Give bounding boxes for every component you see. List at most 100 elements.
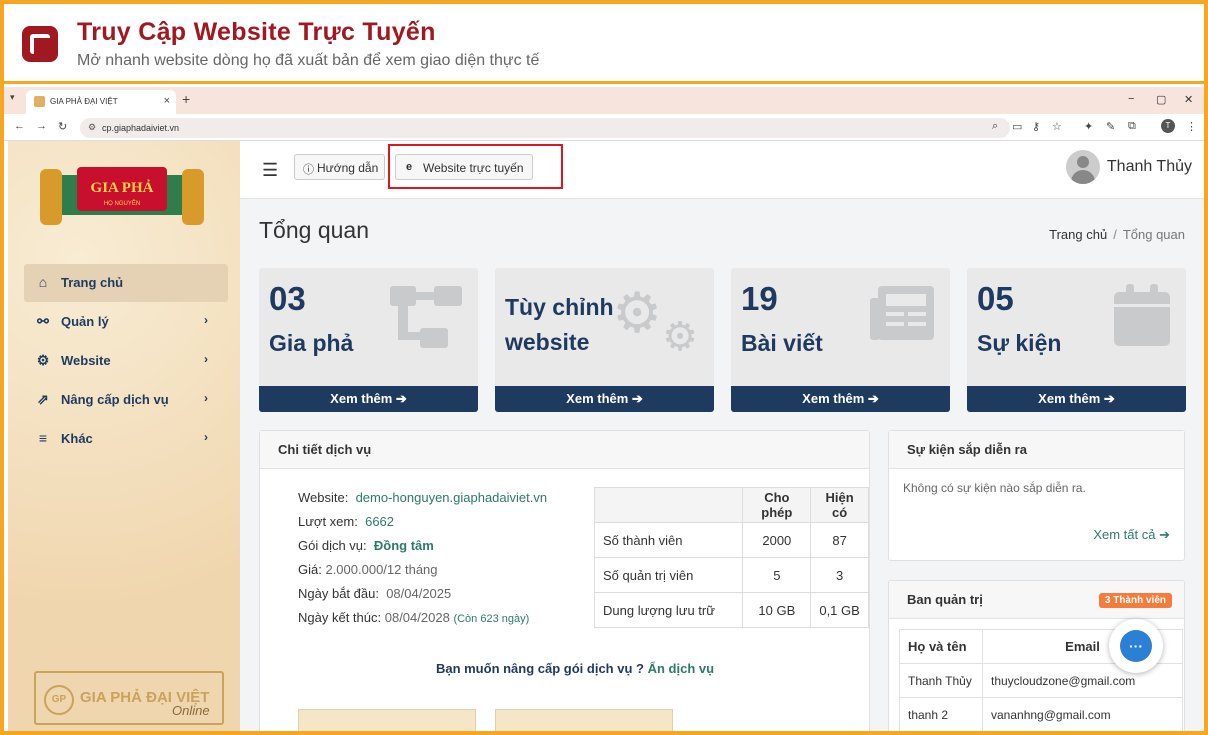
stat-label: Tùy chỉnh website: [505, 294, 614, 355]
frame: Truy Cập Website Trực Tuyến Mở nhanh web…: [0, 0, 1208, 735]
brand-logo-icon: GP: [44, 685, 74, 715]
see-more-button[interactable]: Xem thêm ➔: [967, 386, 1186, 412]
breadcrumb: Trang chủ / Tổng quan: [1049, 227, 1185, 242]
sidebar-item-label: Nâng cấp dịch vụ: [61, 392, 169, 407]
browser-tabbar: ▾ GIA PHẢ ĐẠI VIỆT × + − ▢ ✕: [4, 87, 1204, 114]
sidebar-item-label: Website: [61, 353, 111, 368]
guide-button[interactable]: ⓘ Hướng dẫn: [294, 154, 385, 180]
network-icon: ⚯: [37, 313, 49, 329]
sidebar-item-upgrade[interactable]: ⇗ Nâng cấp dịch vụ ›: [24, 381, 228, 419]
chat-support-button[interactable]: ···: [1109, 619, 1163, 673]
maximize-icon[interactable]: ▢: [1156, 93, 1166, 106]
hide-service-link[interactable]: Ẩn dịch vụ: [648, 661, 714, 676]
see-more-button[interactable]: Xem thêm ➔: [259, 386, 478, 412]
chevron-right-icon: ›: [204, 430, 208, 444]
website-online-label: Website trực tuyến: [423, 161, 524, 175]
sidebar-item-other[interactable]: ≡ Khác ›: [24, 420, 228, 458]
member-count-badge: 3 Thành viên: [1098, 593, 1172, 608]
sidebar-item-home[interactable]: ⌂ Trang chủ: [24, 264, 228, 302]
browser-addressbar: ← → ↻ ⚙ cp.giaphadaiviet.vn ⌕ ▭ ⚷ ☆ ✦ ✎ …: [4, 114, 1204, 141]
minimize-icon[interactable]: −: [1128, 93, 1134, 105]
extension-1-icon[interactable]: ✦: [1084, 120, 1093, 133]
extensions-puzzle-icon[interactable]: ⧉: [1128, 120, 1136, 133]
stat-label: Bài viết: [741, 330, 823, 356]
banner-logo-icon: [22, 26, 58, 62]
main-content: ☰ ⓘ Hướng dẫn e Website trực tuyến Thanh…: [240, 141, 1204, 731]
sidebar-item-website[interactable]: ⚙ Website ›: [24, 342, 228, 380]
logo-title: GIA PHẢ: [91, 179, 154, 196]
website-link[interactable]: demo-honguyen.giaphadaiviet.vn: [356, 490, 548, 505]
favicon-icon: [34, 96, 45, 107]
service-limits-table: Cho phép Hiện có Số thành viên 2000 87 Số …: [593, 487, 869, 628]
cogs-icon: ⚙⚙: [611, 281, 698, 360]
package-card[interactable]: [495, 709, 673, 731]
guide-label: Hướng dẫn: [317, 161, 379, 175]
user-avatar[interactable]: [1066, 150, 1100, 184]
back-icon[interactable]: ←: [14, 120, 25, 132]
key-icon[interactable]: ⚷: [1032, 120, 1040, 133]
topbar: ☰ ⓘ Hướng dẫn e Website trực tuyến Thanh…: [240, 141, 1204, 199]
stat-card-genealogy: 03 Gia phả Xem thêm ➔: [259, 268, 478, 412]
see-more-button[interactable]: Xem thêm ➔: [495, 386, 714, 412]
chevron-right-icon: ›: [204, 352, 208, 366]
page-title: Tổng quan: [259, 217, 369, 243]
sidebar-item-label: Quản lý: [61, 314, 109, 329]
upgrade-icon: ⇗: [37, 391, 49, 407]
new-tab-icon[interactable]: +: [182, 91, 190, 107]
browser-tab[interactable]: GIA PHẢ ĐẠI VIỆT ×: [26, 90, 176, 114]
website-row: Website: demo-honguyen.giaphadaiviet.vn: [298, 490, 548, 505]
table-header-row: Cho phép Hiện có: [593, 487, 869, 523]
sidebar-item-label: Trang chủ: [61, 275, 124, 290]
table-row: Số thành viên 2000 87: [593, 522, 869, 558]
events-empty-text: Không có sự kiện nào sắp diễn ra.: [903, 481, 1086, 495]
calendar-icon: [1112, 284, 1172, 359]
newspaper-icon: [868, 284, 936, 353]
sidebar-item-label: Khác: [61, 431, 93, 446]
browser-menu-icon[interactable]: ⋮: [1186, 120, 1197, 133]
package-card[interactable]: [298, 709, 476, 731]
browser-e-icon: e: [406, 161, 413, 173]
sitemap-icon: [388, 284, 464, 361]
banner-title: Truy Cập Website Trực Tuyến: [77, 18, 436, 46]
brand-online: Online: [172, 703, 210, 718]
hamburger-icon[interactable]: ☰: [262, 160, 278, 181]
see-all-link[interactable]: Xem tất cả ➔: [1093, 527, 1170, 543]
sidebar-item-manage[interactable]: ⚯ Quản lý ›: [24, 303, 228, 341]
website-online-button[interactable]: e Website trực tuyến: [395, 154, 533, 180]
chevron-right-icon: ›: [204, 313, 208, 327]
family-logo[interactable]: GIA PHẢ HỌ NGUYỄN: [22, 155, 222, 235]
sidebar: GIA PHẢ HỌ NGUYỄN ⌂ Trang chủ ⚯ Quản lý …: [8, 141, 240, 731]
upgrade-prompt: Bạn muốn nâng cấp gói dịch vụ ? Ẩn dịch …: [435, 661, 715, 676]
views-row: Lượt xem: 6662: [298, 514, 395, 529]
url-text: cp.giaphadaiviet.vn: [102, 123, 180, 133]
table-row: Số quản trị viên 5 3: [593, 557, 869, 593]
stat-label: Gia phả: [269, 330, 354, 356]
cast-icon[interactable]: ▭: [1012, 120, 1022, 133]
stat-card-events: 05 Sự kiện Xem thêm ➔: [967, 268, 1186, 412]
extension-2-icon[interactable]: ✎: [1106, 120, 1115, 133]
breadcrumb-current: Tổng quan: [1122, 227, 1185, 242]
end-date-row: Ngày kết thúc: 08/04/2028 (Còn 623 ngày): [298, 610, 530, 625]
forward-icon[interactable]: →: [36, 120, 47, 132]
close-tab-icon[interactable]: ×: [164, 95, 170, 107]
table-row: thanh 2 vananhng@gmail.com: [899, 697, 1183, 731]
close-window-icon[interactable]: ✕: [1184, 93, 1193, 106]
see-more-button[interactable]: Xem thêm ➔: [731, 386, 950, 412]
bookmark-star-icon[interactable]: ☆: [1052, 120, 1062, 133]
stat-card-customize: Tùy chỉnh website ⚙⚙ Xem thêm ➔: [495, 268, 714, 412]
site-info-icon[interactable]: ⚙: [88, 122, 96, 133]
logo-subtitle: HỌ NGUYỄN: [104, 200, 140, 207]
reload-icon[interactable]: ↻: [58, 120, 67, 133]
user-name[interactable]: Thanh Thủy: [1107, 158, 1192, 176]
start-date-row: Ngày bắt đầu: 08/04/2025: [298, 586, 452, 601]
profile-avatar[interactable]: T: [1161, 119, 1175, 133]
info-icon: ⓘ: [303, 164, 314, 176]
breadcrumb-home[interactable]: Trang chủ: [1049, 227, 1107, 242]
price-row: Giá: 2.000.000/12 tháng: [298, 562, 438, 577]
url-input[interactable]: ⚙ cp.giaphadaiviet.vn: [80, 118, 1010, 138]
stat-label: Sự kiện: [977, 330, 1062, 356]
tab-list-icon[interactable]: ▾: [10, 92, 15, 103]
chevron-right-icon: ›: [204, 391, 208, 405]
zoom-icon[interactable]: ⌕: [992, 120, 998, 133]
gear-icon: ⚙: [36, 352, 50, 368]
